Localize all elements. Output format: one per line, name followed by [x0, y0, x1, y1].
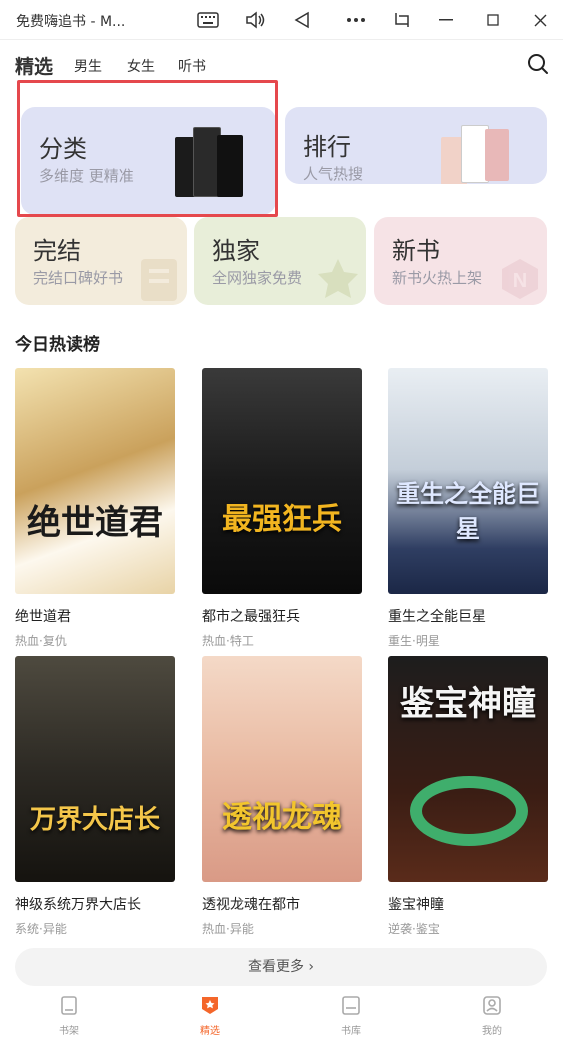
bookshelf-icon — [61, 996, 77, 1015]
book-title[interactable]: 神级系统万界大店长 — [15, 894, 175, 914]
card-subtitle: 完结口碑好书 — [33, 269, 124, 287]
book-cover[interactable]: 鉴宝神瞳 — [388, 656, 548, 882]
nav-item-library[interactable]: 书库 — [321, 994, 381, 1037]
book-card[interactable]: 最强狂兵 都市之最强狂兵 热血·特工 — [202, 368, 362, 649]
nav-item-bookshelf[interactable]: 书架 — [39, 994, 99, 1037]
tab-nvsheng[interactable]: 女生 — [127, 56, 155, 76]
book-card[interactable]: 绝世道君 绝世道君 热血·复仇 — [15, 368, 175, 649]
selection-highlight — [17, 80, 278, 217]
window-titlebar: 免费嗨追书 - M... — [0, 0, 563, 40]
card-subtitle: 新书火热上架 — [392, 269, 483, 287]
nav-label: 精选 — [200, 1026, 220, 1037]
back-icon[interactable] — [290, 8, 314, 32]
view-more-label: 查看更多 — [247, 959, 304, 975]
card-title: 独家 — [212, 237, 260, 265]
featured-icon — [202, 997, 218, 1014]
book-card[interactable]: 鉴宝神瞳 鉴宝神瞳 逆袭·鉴宝 — [388, 656, 548, 937]
cover-title: 绝世道君 — [27, 503, 163, 543]
new-badge-icon: N — [502, 259, 538, 299]
book-tags: 热血·异能 — [202, 922, 254, 936]
cover-title: 重生之全能巨星 — [396, 479, 540, 543]
nav-label: 书库 — [341, 1026, 361, 1037]
book-card[interactable]: 万界大店长 神级系统万界大店长 系统·异能 — [15, 656, 175, 937]
cover-title: 透视龙魂 — [222, 800, 342, 835]
card-subtitle: 全网独家免费 — [212, 269, 303, 287]
book-tags: 逆袭·鉴宝 — [388, 922, 440, 936]
profile-icon — [483, 996, 501, 1015]
card-title: 新书 — [392, 237, 440, 265]
book-title[interactable]: 都市之最强狂兵 — [202, 606, 362, 626]
category-card-wanjie[interactable]: 完结 完结口碑好书 — [15, 217, 187, 305]
category-card-paihang[interactable]: 排行 人气热搜 — [285, 107, 547, 184]
tab-tingshu[interactable]: 听书 — [178, 56, 206, 76]
library-icon — [342, 996, 360, 1015]
book-card[interactable]: 重生之全能巨星 重生之全能巨星 重生·明星 — [388, 368, 548, 649]
book-cover[interactable]: 绝世道君 — [15, 368, 175, 594]
book-tags: 热血·复仇 — [15, 634, 67, 648]
cover-title: 鉴宝神瞳 — [400, 684, 536, 724]
tab-nansheng[interactable]: 男生 — [74, 56, 102, 76]
book-tags: 重生·明星 — [388, 634, 440, 648]
view-more-button[interactable]: 查看更多 › — [15, 948, 547, 986]
card-subtitle: 人气热搜 — [303, 165, 364, 183]
book-cover[interactable]: 重生之全能巨星 — [388, 368, 548, 594]
minimize-icon[interactable] — [434, 8, 458, 32]
close-icon[interactable] — [528, 8, 552, 32]
book-cover[interactable]: 最强狂兵 — [202, 368, 362, 594]
bottom-nav: 书架 精选 书库 我的 — [0, 990, 563, 1040]
svg-text:N: N — [513, 270, 527, 292]
book-cover[interactable]: 透视龙魂 — [202, 656, 362, 882]
window-title: 免费嗨追书 - M... — [16, 14, 126, 30]
cover-title: 最强狂兵 — [222, 502, 342, 537]
section-title: 今日热读榜 — [15, 335, 100, 355]
exclusive-star-icon — [318, 259, 358, 298]
book-title[interactable]: 重生之全能巨星 — [388, 606, 548, 626]
maximize-icon[interactable] — [481, 8, 505, 32]
category-card-dujia[interactable]: 独家 全网独家免费 — [194, 217, 366, 305]
tab-jingxuan[interactable]: 精选 — [15, 52, 53, 79]
card-title: 完结 — [33, 237, 81, 265]
jade-bracelet-image — [410, 776, 528, 846]
book-title[interactable]: 透视龙魂在都市 — [202, 894, 362, 914]
chevron-right-icon: › — [308, 959, 315, 975]
nav-label: 书架 — [59, 1026, 79, 1037]
cover-title: 万界大店长 — [29, 805, 160, 835]
keyboard-icon[interactable] — [196, 8, 220, 32]
nav-item-featured[interactable]: 精选 — [180, 994, 240, 1037]
book-stack-image — [485, 129, 509, 181]
book-tags: 热血·特工 — [202, 634, 254, 648]
book-card[interactable]: 透视龙魂 透视龙魂在都市 热血·异能 — [202, 656, 362, 937]
screenshot-icon[interactable] — [390, 8, 414, 32]
book-cover[interactable]: 万界大店长 — [15, 656, 175, 882]
nav-label: 我的 — [482, 1026, 502, 1037]
card-title: 排行 — [303, 133, 351, 161]
category-card-xinshu[interactable]: 新书 新书火热上架 N — [374, 217, 547, 305]
search-icon[interactable] — [527, 53, 549, 75]
book-title[interactable]: 鉴宝神瞳 — [388, 894, 548, 914]
nav-item-profile[interactable]: 我的 — [462, 994, 522, 1037]
volume-icon[interactable] — [243, 8, 267, 32]
more-icon[interactable] — [344, 8, 368, 32]
finished-book-icon — [141, 259, 177, 301]
book-title[interactable]: 绝世道君 — [15, 606, 175, 626]
book-tags: 系统·异能 — [15, 922, 67, 936]
